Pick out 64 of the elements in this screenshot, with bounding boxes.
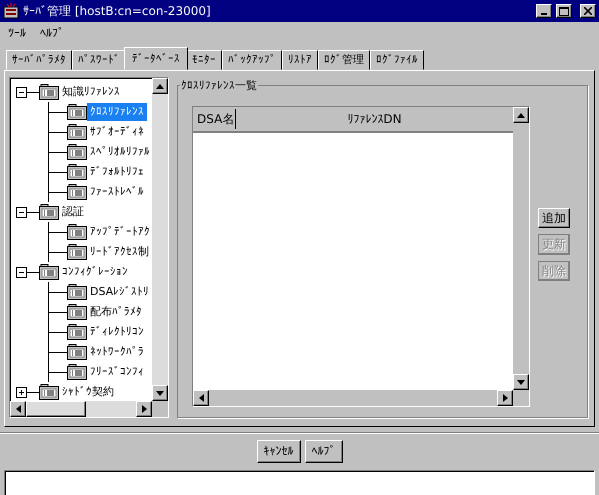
expand-toggle-icon[interactable] <box>16 386 27 398</box>
down-arrow-icon <box>517 380 525 384</box>
horizontal-scrollbar[interactable] <box>10 401 168 417</box>
tree-item[interactable]: ﾌﾘｰｽﾞｺﾝﾌｨ <box>87 362 147 382</box>
menu-item[interactable]: ﾂｰﾙ <box>8 24 26 40</box>
window-title: ｻｰﾊﾞ管理 [hostB:cn=con-23000] <box>23 3 212 20</box>
tree-item[interactable]: ﾌｧｰｽﾄﾚﾍﾞﾙ <box>87 182 147 202</box>
minimize-button[interactable] <box>536 4 552 18</box>
vertical-scrollbar[interactable] <box>513 107 529 390</box>
tree-item[interactable]: ｱｯﾌﾟﾃﾞｰﾄｱｸ <box>87 222 152 242</box>
scroll-thumb[interactable] <box>26 401 86 417</box>
action-button[interactable]: 追加 <box>538 208 570 228</box>
collapse-toggle-icon[interactable] <box>16 86 27 98</box>
scroll-down-button[interactable] <box>513 374 529 390</box>
vertical-scrollbar[interactable] <box>152 78 168 401</box>
scroll-right-button[interactable] <box>497 390 513 406</box>
menu-item[interactable]: ﾍﾙﾌﾟ <box>40 24 64 40</box>
maximize-button[interactable] <box>556 4 572 18</box>
column-header[interactable]: DSA名 <box>193 109 236 129</box>
tree-item[interactable]: ｺﾝﾌｨｸﾞﾚｰｼｮﾝ <box>59 262 131 282</box>
scroll-left-button[interactable] <box>10 401 26 417</box>
right-arrow-icon <box>142 405 146 413</box>
dialog-button[interactable]: ｷｬﾝｾﾙ <box>256 440 300 463</box>
tree-item[interactable]: ｻﾌﾞｵｰﾃﾞｨﾈ <box>87 122 147 142</box>
tab[interactable]: ﾃﾞｰﾀﾍﾞｰｽ <box>124 47 188 70</box>
tree-item[interactable]: ｼｬﾄﾞｳ契約 <box>59 382 117 401</box>
maximize-icon <box>559 6 569 16</box>
column-header[interactable]: ﾘﾌｧﾚﾝｽDN <box>236 110 513 128</box>
tree-item[interactable]: DSAﾚｼﾞｽﾄﾘ <box>87 282 152 302</box>
tab[interactable]: ｻｰﾊﾞﾊﾟﾗﾒﾀ <box>6 50 72 70</box>
close-button[interactable] <box>580 4 596 18</box>
scroll-left-button[interactable] <box>193 390 209 406</box>
tree-item[interactable]: ｽﾍﾟﾘｵﾙﾘﾌｧﾙ <box>87 142 152 162</box>
tree-item[interactable]: 認証 <box>59 202 87 222</box>
scroll-down-button[interactable] <box>152 385 168 401</box>
down-arrow-icon <box>156 390 164 396</box>
left-arrow-icon <box>198 394 204 402</box>
tab[interactable]: ﾊﾟｽﾜｰﾄﾞ <box>72 50 126 70</box>
tree-item[interactable]: ｸﾛｽﾘﾌｧﾚﾝｽ <box>87 102 147 122</box>
tab[interactable]: ﾛｸﾞ管理 <box>318 50 370 70</box>
up-arrow-icon <box>156 84 164 88</box>
tree-item[interactable]: ﾃﾞﾌｫﾙﾄﾘﾌｪ <box>87 162 147 182</box>
tree-item[interactable]: ﾈｯﾄﾜｰｸﾊﾟﾗ <box>87 342 147 362</box>
up-arrow-icon <box>517 112 525 118</box>
scroll-up-button[interactable] <box>513 107 529 123</box>
scroll-up-button[interactable] <box>152 78 168 94</box>
tab[interactable]: ﾛｸﾞﾌｧｲﾙ <box>370 50 424 70</box>
tree-item[interactable]: ﾃﾞｨﾚｸﾄﾘｺﾝ <box>87 322 147 342</box>
right-arrow-icon <box>502 394 508 402</box>
close-icon <box>584 7 592 15</box>
scroll-right-button[interactable] <box>136 401 152 417</box>
collapse-toggle-icon[interactable] <box>16 206 27 218</box>
app-icon <box>3 3 19 19</box>
tab[interactable]: ﾓﾆﾀｰ <box>186 50 222 70</box>
tree-item[interactable]: 配布ﾊﾟﾗﾒﾀ <box>87 302 145 322</box>
tab[interactable]: ﾊﾞｯｸｱｯﾌﾟ <box>222 50 282 70</box>
tree-item[interactable]: ﾘｰﾄﾞｱｸｾｽ制 <box>87 242 152 262</box>
horizontal-scrollbar[interactable] <box>193 390 513 406</box>
left-arrow-icon <box>16 405 20 413</box>
tab[interactable]: ﾘｽﾄｱ <box>282 50 318 70</box>
dialog-button[interactable]: ﾍﾙﾌﾟ <box>304 440 342 463</box>
scrollbar-corner <box>152 401 168 417</box>
tree-item[interactable]: 知識ﾘﾌｧﾚﾝｽ <box>59 82 123 102</box>
collapse-toggle-icon[interactable] <box>16 266 27 278</box>
